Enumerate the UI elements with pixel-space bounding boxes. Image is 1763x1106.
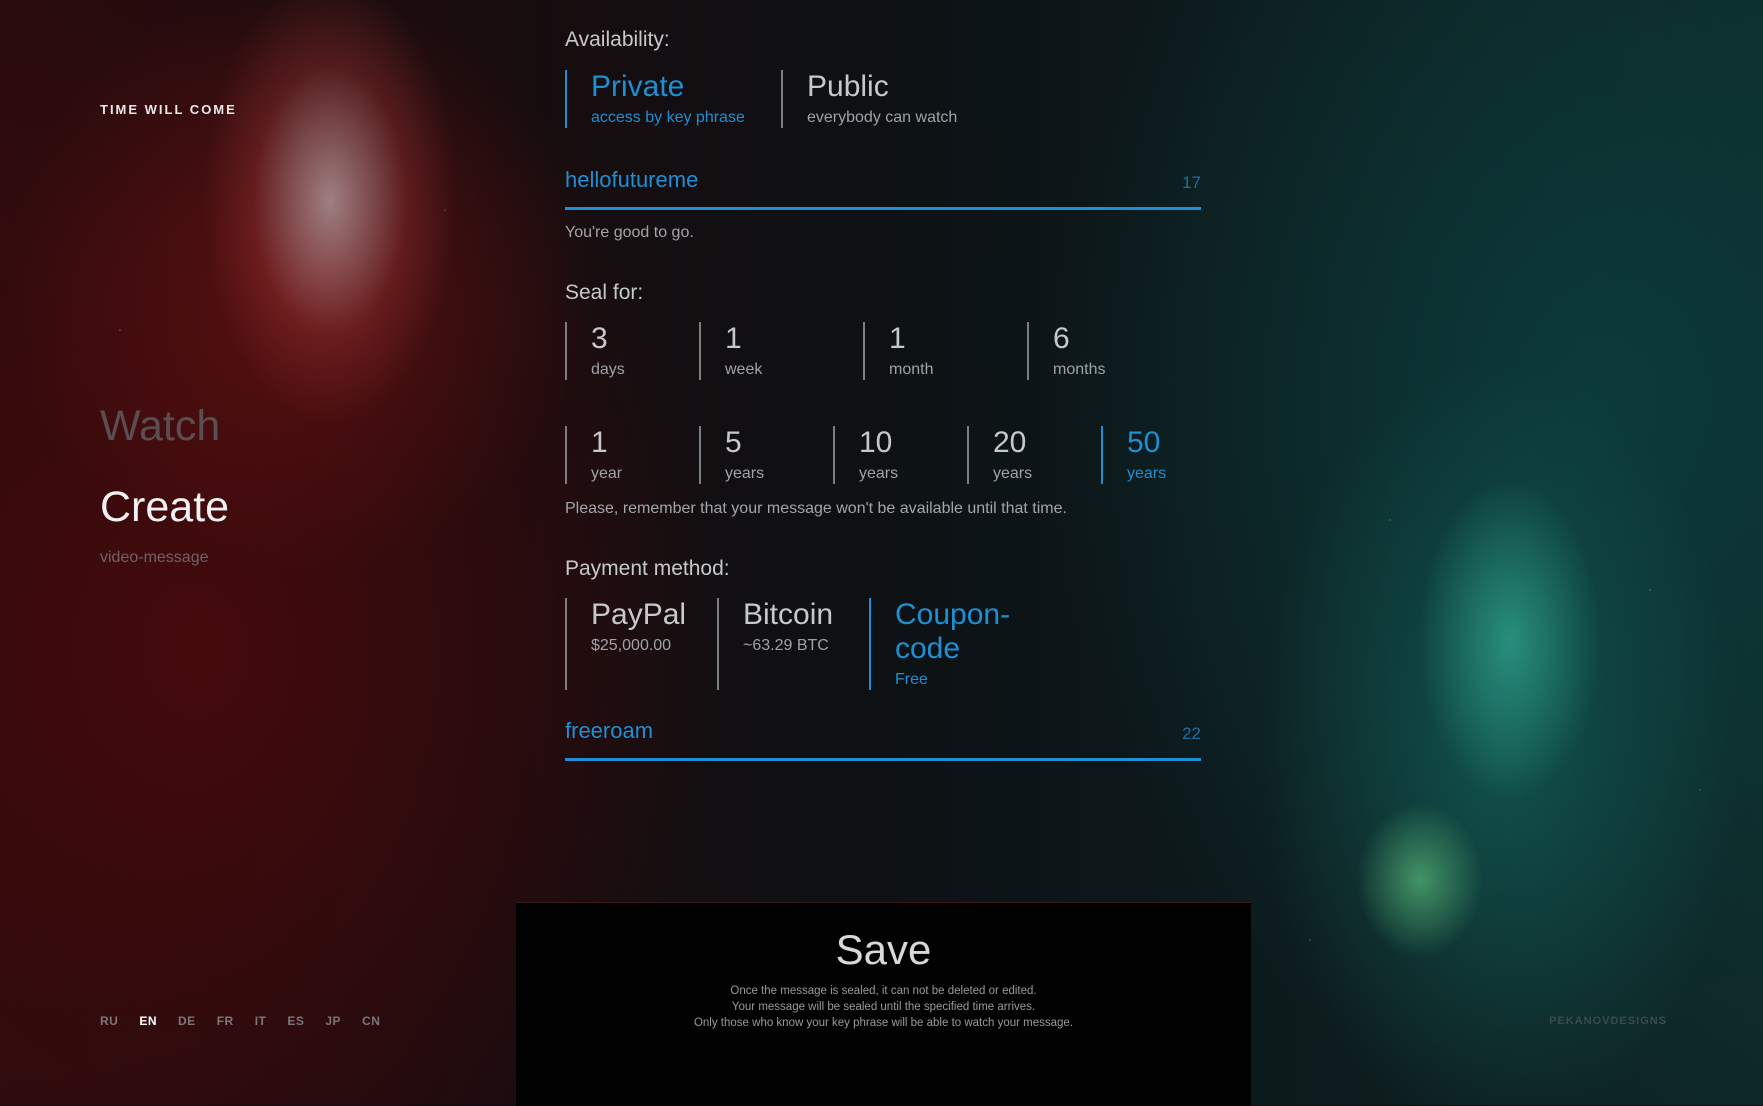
- seal-option-unit: years: [1127, 465, 1167, 482]
- key-phrase-field: 17: [565, 157, 1201, 210]
- seal-option-unit: years: [725, 465, 765, 482]
- seal-1-month[interactable]: 1 month: [863, 322, 1003, 380]
- seal-option-unit: months: [1053, 361, 1106, 378]
- coupon-code-input[interactable]: [565, 714, 1125, 748]
- lang-ru[interactable]: RU: [100, 1014, 118, 1028]
- save-disclaimer-line: Your message will be sealed until the sp…: [731, 1001, 1036, 1013]
- payment-bitcoin[interactable]: Bitcoin ~63.29 BTC: [717, 598, 861, 690]
- seal-option-unit: years: [993, 465, 1033, 482]
- payment-coupon[interactable]: Coupon-code Free: [869, 598, 1075, 690]
- seal-1-week[interactable]: 1 week: [699, 322, 839, 380]
- save-disclaimer: Once the message is sealed, it can not b…: [516, 983, 1251, 1031]
- nav-create-subtitle: video-message: [100, 549, 209, 566]
- seal-option-num: 6: [1053, 322, 1070, 355]
- seal-20-years[interactable]: 20 years: [967, 426, 1077, 484]
- seal-row-1: 3 days 1 week 1 month 6 months: [565, 322, 1153, 380]
- nav-create[interactable]: Create: [100, 483, 229, 532]
- lang-en[interactable]: EN: [139, 1014, 157, 1028]
- seal-option-unit: days: [591, 361, 625, 378]
- availability-public-sub: everybody can watch: [807, 109, 958, 126]
- availability-private-sub: access by key phrase: [591, 109, 745, 126]
- lang-fr[interactable]: FR: [217, 1014, 234, 1028]
- key-phrase-counter: 17: [1182, 173, 1201, 192]
- seal-option-num: 1: [591, 426, 608, 459]
- designer-credit: PEKANOVDESIGNS: [1549, 1015, 1667, 1027]
- save-button[interactable]: Save: [830, 925, 938, 975]
- payment-paypal-price: $25,000.00: [591, 637, 672, 654]
- seal-option-unit: week: [725, 361, 763, 378]
- seal-note: Please, remember that your message won't…: [565, 500, 1067, 517]
- seal-option-unit: month: [889, 361, 934, 378]
- seal-option-num: 5: [725, 426, 742, 459]
- key-phrase-input[interactable]: [565, 163, 1125, 197]
- lang-it[interactable]: IT: [255, 1014, 267, 1028]
- availability-private[interactable]: Private access by key phrase: [565, 70, 781, 128]
- payment-paypal[interactable]: PayPal $25,000.00: [565, 598, 709, 690]
- availability-public-title: Public: [807, 70, 889, 103]
- availability-private-title: Private: [591, 70, 685, 103]
- seal-option-num: 50: [1127, 426, 1161, 459]
- seal-50-years[interactable]: 50 years: [1101, 426, 1211, 484]
- seal-option-num: 20: [993, 426, 1027, 459]
- seal-6-months[interactable]: 6 months: [1027, 322, 1153, 380]
- coupon-code-counter: 22: [1182, 724, 1201, 743]
- save-disclaimer-line: Once the message is sealed, it can not b…: [730, 985, 1037, 997]
- lang-jp[interactable]: JP: [325, 1014, 341, 1028]
- seal-option-unit: year: [591, 465, 623, 482]
- coupon-code-field: 22: [565, 708, 1201, 761]
- seal-1-year[interactable]: 1 year: [565, 426, 675, 484]
- key-phrase-status: You're good to go.: [565, 224, 694, 241]
- seal-option-num: 10: [859, 426, 893, 459]
- payment-bitcoin-title: Bitcoin: [743, 598, 834, 631]
- availability-options: Private access by key phrase Public ever…: [565, 70, 997, 128]
- nav-watch[interactable]: Watch: [100, 402, 220, 451]
- seal-option-num: 3: [591, 322, 608, 355]
- seal-row-2: 1 year 5 years 10 years 20 years 50 year…: [565, 426, 1211, 484]
- save-disclaimer-line: Only those who know your key phrase will…: [693, 1017, 1074, 1029]
- seal-label: Seal for:: [565, 281, 644, 304]
- lang-de[interactable]: DE: [178, 1014, 196, 1028]
- payment-paypal-title: PayPal: [591, 598, 687, 631]
- lang-es[interactable]: ES: [287, 1014, 304, 1028]
- availability-public[interactable]: Public everybody can watch: [781, 70, 997, 128]
- lang-cn[interactable]: CN: [362, 1014, 380, 1028]
- payment-coupon-title: Coupon-code: [895, 598, 1011, 665]
- save-panel: Save Once the message is sealed, it can …: [516, 902, 1251, 1106]
- seal-option-num: 1: [889, 322, 906, 355]
- seal-10-years[interactable]: 10 years: [833, 426, 943, 484]
- payment-label: Payment method:: [565, 557, 730, 580]
- seal-option-num: 1: [725, 322, 742, 355]
- payment-options: PayPal $25,000.00 Bitcoin ~63.29 BTC Cou…: [565, 598, 1075, 690]
- seal-option-unit: years: [859, 465, 899, 482]
- brand-logo: TIME WILL COME: [100, 102, 237, 117]
- availability-label: Availability:: [565, 28, 670, 51]
- seal-5-years[interactable]: 5 years: [699, 426, 809, 484]
- language-switcher: RU EN DE FR IT ES JP CN: [100, 1014, 401, 1028]
- seal-3-days[interactable]: 3 days: [565, 322, 675, 380]
- payment-coupon-price: Free: [895, 671, 928, 688]
- payment-bitcoin-price: ~63.29 BTC: [743, 637, 829, 654]
